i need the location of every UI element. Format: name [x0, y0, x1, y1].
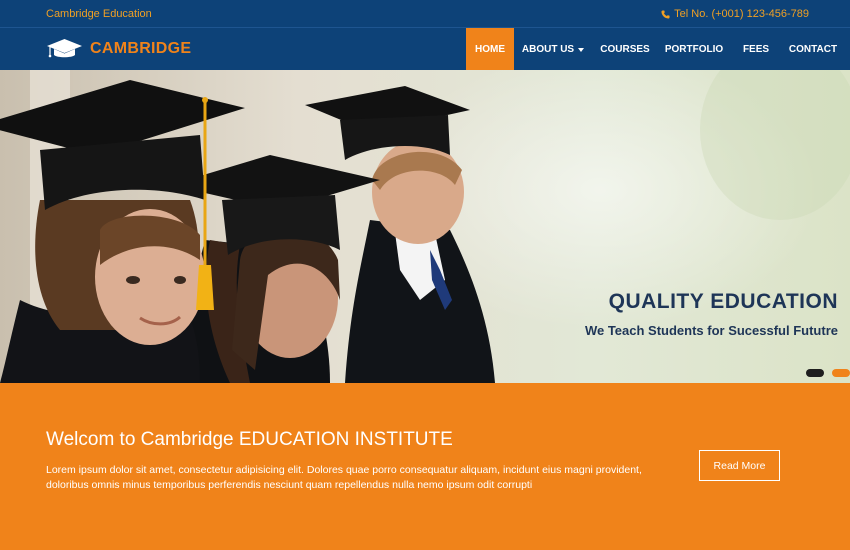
read-more-button[interactable]: Read More — [699, 450, 780, 481]
welcome-text: Lorem ipsum dolor sit amet, consectetur … — [46, 464, 642, 491]
site-logo[interactable]: CAMBRIDGE — [46, 38, 191, 60]
welcome-section: Welcom to Cambridge EDUCATION INSTITUTE … — [0, 383, 850, 550]
nav-item-contact[interactable]: CONTACT — [782, 28, 850, 70]
nav-item-portfolio[interactable]: PORTFOLIO — [658, 28, 730, 70]
top-brand-text: Cambridge Education — [46, 8, 152, 20]
nav-item-label: HOME — [475, 43, 505, 55]
nav-item-fees[interactable]: FEES — [730, 28, 782, 70]
phone-text: Tel No. (+001) 123-456-789 — [674, 8, 809, 20]
nav-item-about-us[interactable]: ABOUT US — [514, 28, 592, 70]
hero-title: QUALITY EDUCATION — [608, 290, 838, 313]
nav-item-label: COURSES — [600, 43, 650, 55]
nav-item-home[interactable]: HOME — [466, 28, 514, 70]
hero-slider: QUALITY EDUCATION We Teach Students for … — [0, 70, 850, 383]
navbar: CAMBRIDGE HOME ABOUT US COURSES PORTFOLI… — [0, 28, 850, 70]
slider-dot-1[interactable] — [806, 369, 824, 377]
logo-text: CAMBRIDGE — [90, 40, 192, 57]
nav-item-courses[interactable]: COURSES — [592, 28, 658, 70]
nav-item-label: FEES — [742, 43, 770, 55]
slider-dot-2[interactable] — [832, 369, 850, 377]
phone-icon — [661, 9, 670, 19]
main-nav: HOME ABOUT US COURSES PORTFOLIO FEES CON… — [466, 28, 850, 70]
caret-down-icon — [578, 47, 585, 52]
hero-subtitle: We Teach Students for Sucessful Fututre — [584, 323, 838, 338]
top-bar: Cambridge Education Tel No. (+001) 123-4… — [0, 0, 850, 28]
welcome-heading: Welcom to Cambridge EDUCATION INSTITUTE — [46, 429, 453, 450]
nav-item-label: ABOUT US — [521, 43, 575, 55]
nav-item-label: PORTFOLIO — [664, 43, 724, 55]
nav-item-label: CONTACT — [788, 43, 838, 55]
phone-info: Tel No. (+001) 123-456-789 — [661, 8, 809, 20]
graduation-cap-icon — [47, 39, 82, 58]
